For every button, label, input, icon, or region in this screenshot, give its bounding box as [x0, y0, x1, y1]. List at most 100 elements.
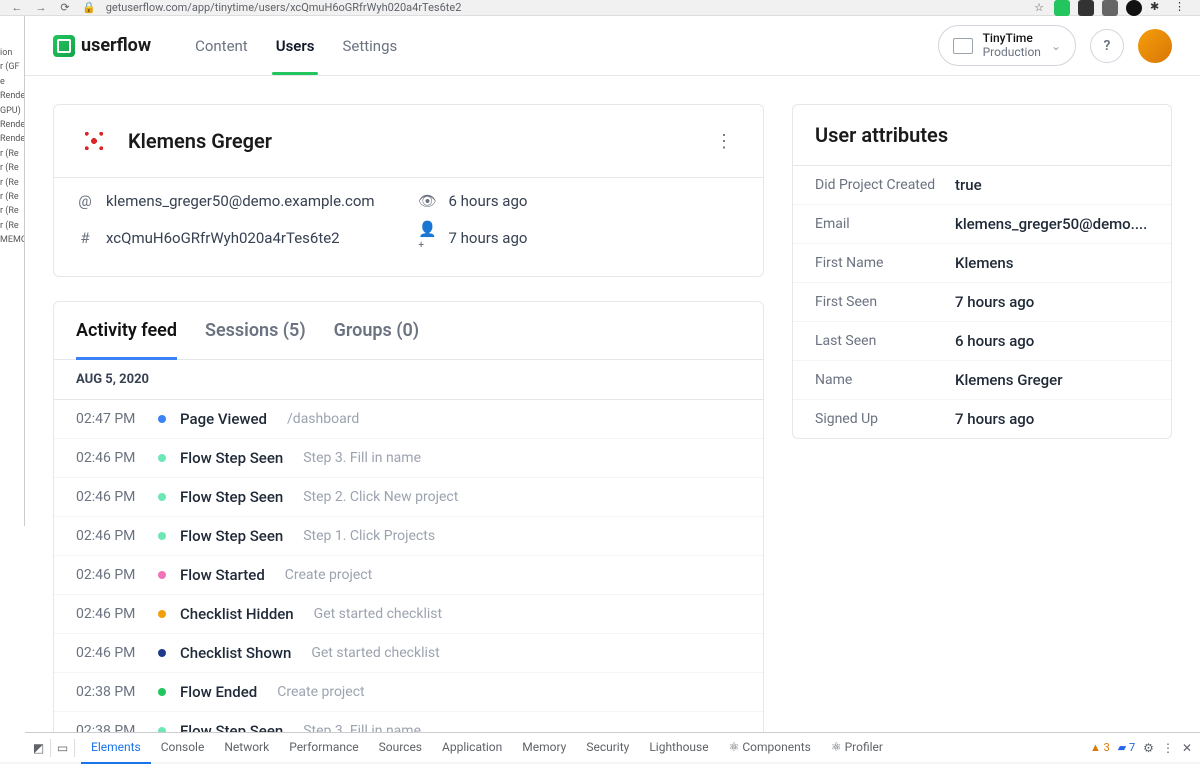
user-avatar[interactable]: [1138, 29, 1172, 63]
feed-time: 02:38 PM: [76, 684, 144, 700]
attribute-value: Klemens Greger: [955, 371, 1063, 389]
feed-row[interactable]: 02:47 PMPage Viewed/dashboard: [54, 400, 763, 439]
org-icon: [953, 38, 973, 54]
feed-date-header: AUG 5, 2020: [54, 360, 763, 400]
feed-row[interactable]: 02:46 PMFlow Step SeenStep 1. Click Proj…: [54, 517, 763, 556]
feed-event: Page Viewed: [180, 410, 267, 428]
ext-icon[interactable]: [1102, 0, 1118, 16]
back-icon[interactable]: ←: [10, 1, 24, 15]
attribute-row: Did Project Createdtrue: [793, 166, 1171, 205]
feed-detail: Step 2. Click New project: [303, 489, 458, 505]
main-nav: Content Users Settings: [195, 17, 397, 75]
feed-event: Flow Ended: [180, 683, 257, 701]
attribute-key: First Name: [815, 255, 955, 271]
user-signed-up: 👤⁺ 7 hours ago: [419, 220, 742, 256]
attributes-title: User attributes: [793, 105, 1171, 166]
feed-row[interactable]: 02:46 PMFlow Step SeenStep 2. Click New …: [54, 478, 763, 517]
at-icon: @: [76, 192, 94, 210]
activity-card: Activity feed Sessions (5) Groups (0) AUG …: [53, 301, 764, 732]
logo[interactable]: userflow: [53, 35, 151, 57]
help-button[interactable]: ?: [1090, 29, 1124, 63]
attribute-value: 7 hours ago: [955, 293, 1034, 311]
devtools-tab[interactable]: Application: [432, 732, 512, 764]
logo-mark-icon: [53, 35, 75, 57]
reload-icon[interactable]: ⟳: [58, 1, 72, 15]
close-devtools-icon[interactable]: ✕: [1182, 741, 1192, 755]
feed-event: Flow Step Seen: [180, 449, 283, 467]
attribute-key: Name: [815, 372, 955, 388]
attribute-value: 7 hours ago: [955, 410, 1034, 428]
feed-row[interactable]: 02:46 PMFlow StartedCreate project: [54, 556, 763, 595]
feed-row[interactable]: 02:38 PMFlow EndedCreate project: [54, 673, 763, 712]
feed-event: Checklist Shown: [180, 644, 291, 662]
detail-tab[interactable]: Groups (0): [334, 302, 419, 359]
org-switcher[interactable]: TinyTime Production ⌄: [938, 25, 1076, 65]
devtools-tab[interactable]: Network: [214, 732, 279, 764]
feed-time: 02:46 PM: [76, 489, 144, 505]
event-dot-icon: [158, 454, 166, 462]
event-dot-icon: [158, 688, 166, 696]
messages-badge[interactable]: ▰ 7: [1118, 741, 1135, 754]
event-dot-icon: [158, 571, 166, 579]
attribute-value: klemens_greger50@demo....: [955, 215, 1147, 233]
feed-event: Checklist Hidden: [180, 605, 294, 623]
user-id: # xcQmuH6oGRfrWyh020a4rTes6te2: [76, 220, 399, 256]
ext-icon[interactable]: [1126, 0, 1142, 16]
star-icon[interactable]: ☆: [1034, 1, 1044, 14]
detail-tab[interactable]: Activity feed: [76, 302, 177, 359]
feed-row[interactable]: 02:46 PM Checklist Hidden Get started chec…: [54, 595, 763, 634]
devtools-menu-icon[interactable]: ⋮: [1162, 741, 1174, 755]
event-dot-icon: [158, 415, 166, 423]
browser-menu-icon[interactable]: ⋮: [1174, 0, 1190, 16]
extensions-menu-icon[interactable]: ✱: [1150, 0, 1166, 16]
event-dot-icon: [158, 532, 166, 540]
inspect-icon[interactable]: ◩: [33, 739, 51, 757]
feed-row[interactable]: 02:46 PMFlow Step SeenStep 3. Fill in na…: [54, 439, 763, 478]
feed-event: Flow Step Seen: [180, 722, 283, 732]
eye-icon: 👁: [419, 192, 437, 210]
feed-row[interactable]: 02:38 PMFlow Step SeenStep 3. Fill in na…: [54, 712, 763, 732]
devtools-tab[interactable]: ⚛ Components: [719, 732, 821, 764]
settings-icon[interactable]: ⚙: [1143, 741, 1154, 755]
event-dot-icon: [158, 649, 166, 657]
devtools-tab[interactable]: Console: [151, 732, 215, 764]
nav-tab-settings[interactable]: Settings: [342, 17, 397, 75]
devtools-tab[interactable]: ⚛ Profiler: [821, 732, 893, 764]
org-name: TinyTime: [983, 32, 1041, 45]
detail-tab[interactable]: Sessions (5): [205, 302, 306, 359]
feed-detail: Step 3. Fill in name: [303, 450, 421, 466]
warnings-badge[interactable]: ▲ 3: [1090, 741, 1110, 754]
attribute-key: Last Seen: [815, 333, 955, 349]
feed-time: 02:47 PM: [76, 411, 144, 427]
app-frame: userflow Content Users Settings TinyTime P…: [25, 16, 1200, 732]
devtools-tab[interactable]: Memory: [512, 732, 576, 764]
more-menu-button[interactable]: ⋮: [707, 127, 741, 156]
device-icon[interactable]: ▭: [57, 739, 75, 757]
user-email: @ klemens_greger50@demo.example.com: [76, 192, 399, 210]
hash-icon: #: [76, 229, 94, 247]
forward-icon[interactable]: →: [34, 1, 48, 15]
ext-icon[interactable]: [1078, 0, 1094, 16]
browser-chrome: ← → ⟳ 🔒 getuserflow.com/app/tinytime/use…: [0, 0, 1200, 16]
feed-detail: Get started checklist: [314, 606, 442, 622]
user-plus-icon: 👤⁺: [419, 220, 437, 256]
devtools-tab[interactable]: Sources: [369, 732, 432, 764]
attribute-row: NameKlemens Greger: [793, 361, 1171, 400]
user-last-seen: 👁 6 hours ago: [419, 192, 742, 210]
event-dot-icon: [158, 493, 166, 501]
feed-time: 02:46 PM: [76, 606, 144, 622]
devtools-tab[interactable]: Security: [576, 732, 639, 764]
feed-row[interactable]: 02:46 PMChecklist ShownGet started check…: [54, 634, 763, 673]
devtools-tab[interactable]: Lighthouse: [639, 732, 718, 764]
event-dot-icon: [158, 610, 166, 618]
address-bar[interactable]: getuserflow.com/app/tinytime/users/xcQmu…: [106, 1, 1024, 14]
devtools-tab[interactable]: Performance: [279, 732, 368, 764]
attribute-key: Email: [815, 216, 955, 232]
nav-tab-users[interactable]: Users: [276, 17, 315, 75]
attribute-row: Signed Up7 hours ago: [793, 400, 1171, 438]
ext-icon[interactable]: [1054, 0, 1070, 16]
attribute-key: First Seen: [815, 294, 955, 310]
devtools-tab[interactable]: Elements: [81, 732, 151, 764]
nav-tab-content[interactable]: Content: [195, 17, 248, 75]
brand-name: userflow: [81, 35, 151, 56]
